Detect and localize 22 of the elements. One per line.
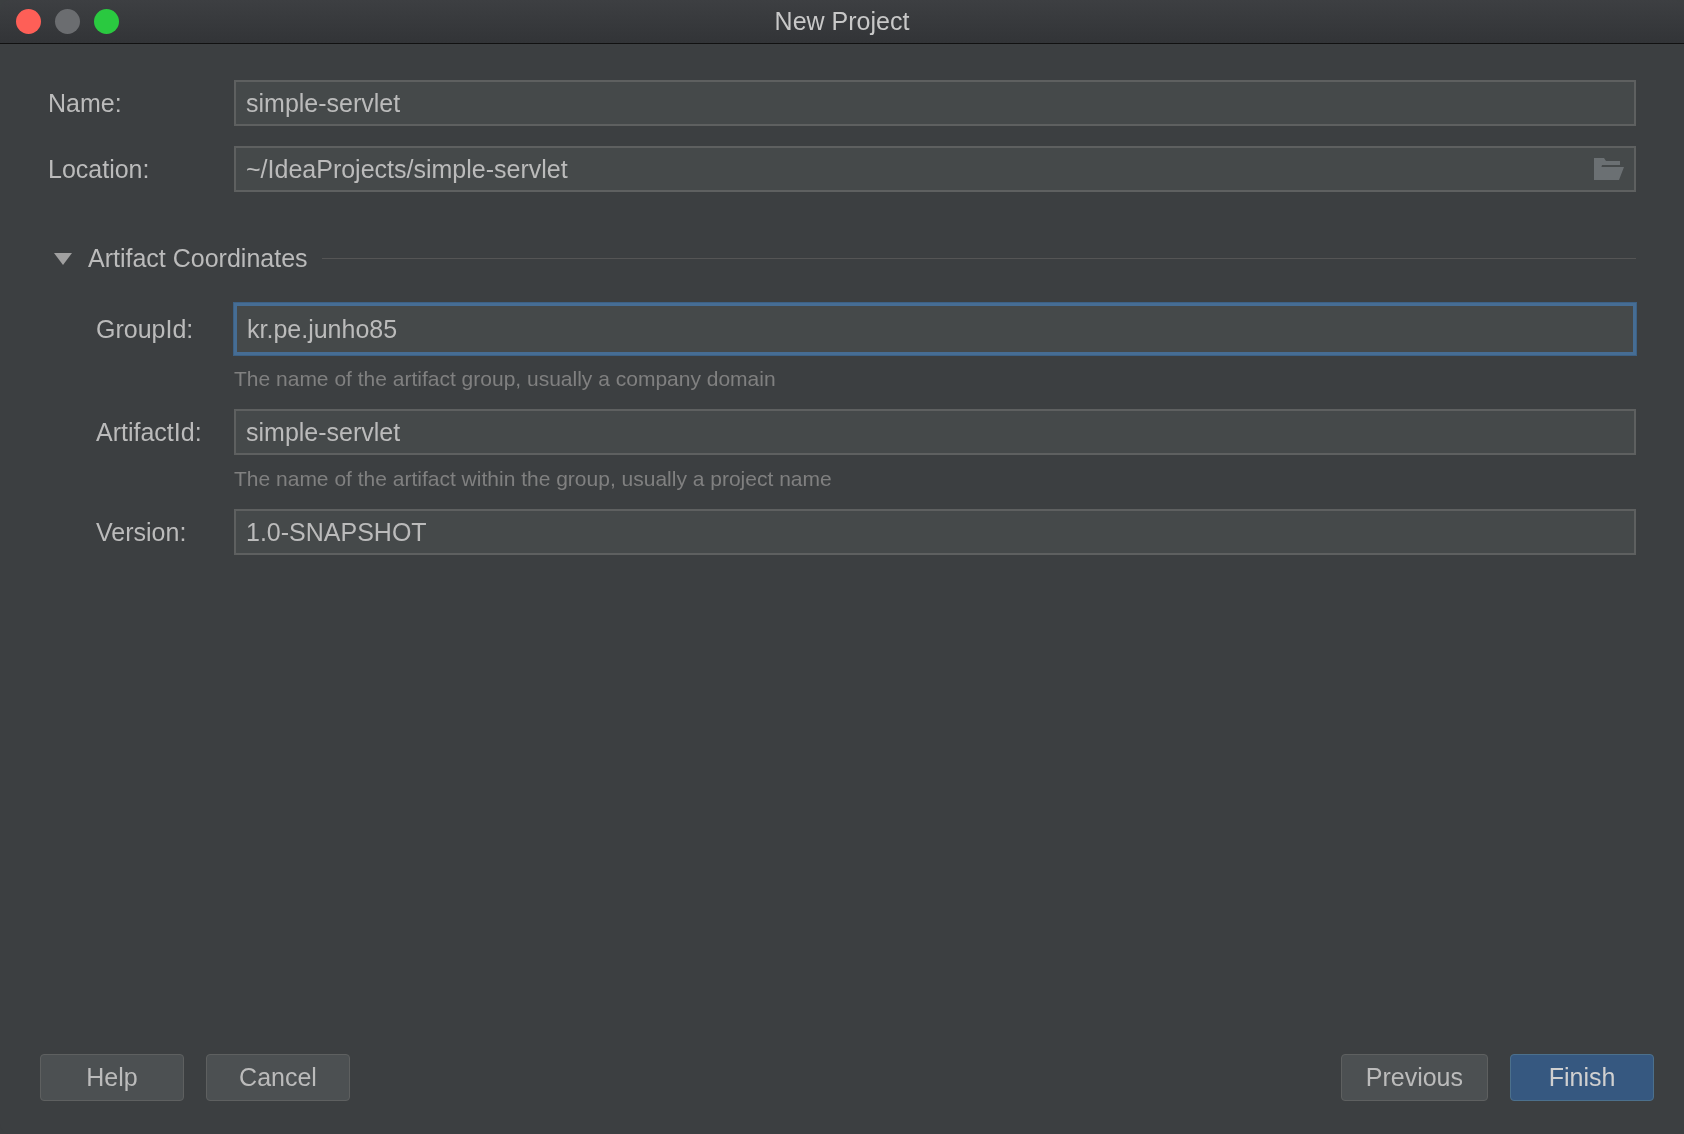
field-hint: The name of the artifact within the group, usually a project name <box>234 467 833 491</box>
text-field[interactable]: ~/IdeaProjects/simple-servlet <box>234 146 1636 192</box>
dialog-button[interactable]: Finish <box>1510 1054 1654 1101</box>
field-label: ArtifactId: <box>96 417 203 447</box>
text-field[interactable]: simple-servlet <box>234 409 1636 455</box>
field-label: Name: <box>48 88 123 118</box>
dialog-button[interactable]: Cancel <box>206 1054 350 1101</box>
window-control-icon[interactable] <box>16 9 41 34</box>
dialog-button[interactable]: Help <box>40 1054 184 1101</box>
field-label: Version: <box>96 517 188 547</box>
field-label: Location: <box>48 154 151 184</box>
field-label: GroupId: <box>96 314 195 344</box>
triangle-down-icon[interactable] <box>54 252 72 265</box>
section-title[interactable]: Artifact Coordinates <box>88 244 308 273</box>
window-control-icon[interactable] <box>94 9 119 34</box>
window-control-icon[interactable] <box>55 9 80 34</box>
dialog-button[interactable]: Previous <box>1340 1054 1488 1101</box>
text-field[interactable]: kr.pe.junho85 <box>234 303 1636 355</box>
text-field[interactable]: 1.0-SNAPSHOT <box>234 509 1636 555</box>
window-title: New Project <box>774 7 910 36</box>
text-field[interactable]: simple-servlet <box>234 80 1636 126</box>
field-hint: The name of the artifact group, usually a company domain <box>234 367 777 391</box>
